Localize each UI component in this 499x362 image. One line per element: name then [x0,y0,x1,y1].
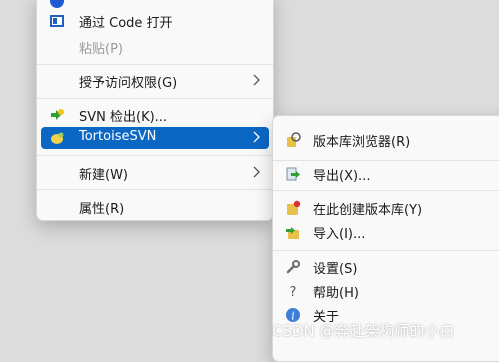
menu-item-label: 粘贴(P) [79,42,123,57]
help-icon: ? [290,285,297,299]
tortoisesvn-icon [51,132,64,144]
export-icon [286,167,300,181]
menu-item-new[interactable]: 新建(W) [41,161,269,185]
menu-item-settings[interactable]: 设置(S) [277,255,499,279]
menu-item-open-with-code[interactable]: 通过 Code 打开 [41,9,269,33]
menu-item-label: 设置(S) [313,262,358,277]
chevron-right-icon [253,166,260,178]
create-repo-icon [287,200,301,215]
menu-item-label: 通过 Code 打开 [79,16,173,31]
context-menu: 通过 Code 打开 粘贴(P) 授予访问权限(G) SVN 检出(K)... … [36,0,274,221]
menu-item-repo-browser[interactable]: 版本库浏览器(R) [277,128,499,152]
menu-separator [37,98,273,99]
menu-item-properties[interactable]: 属性(R) [41,195,269,219]
wrench-icon [286,260,300,274]
menu-item-label: TortoiseSVN [79,129,157,144]
menu-separator [273,190,499,191]
menu-item-label: 属性(R) [79,202,125,217]
menu-item-label: 版本库浏览器(R) [313,135,411,150]
menu-separator [37,189,273,190]
svg-text:?: ? [290,285,297,299]
menu-item-help[interactable]: ? 帮助(H) [277,279,499,303]
chevron-right-icon [253,131,260,143]
menu-item-label: SVN 检出(K)... [79,110,168,125]
menu-item-label: 帮助(H) [313,286,359,301]
menu-item-svn-checkout[interactable]: SVN 检出(K)... [41,103,269,127]
menu-item-label: 导入(I)... [313,227,366,242]
import-icon [286,227,299,239]
menu-item-paste[interactable]: 粘贴(P) [41,35,269,59]
menu-item-label: 导出(X)... [313,169,371,184]
svn-checkout-icon [51,109,64,120]
vscode-icon [50,15,64,27]
repo-browser-icon [287,132,301,147]
menu-item-label: 授予访问权限(G) [79,76,178,91]
menu-item-label: 新建(W) [79,168,128,183]
menu-item-tortoisesvn[interactable]: TortoiseSVN [41,127,269,149]
menu-item-export[interactable]: 导出(X)... [277,162,499,186]
menu-item-grant-access[interactable]: 授予访问权限(G) [41,69,269,93]
cut-off-label [79,0,139,3]
menu-separator [37,155,273,156]
menu-separator [37,64,273,65]
blue-circle-icon [50,0,64,8]
menu-separator [273,160,499,161]
chevron-right-icon [253,74,260,86]
watermark: CSDN @奔赴架构师的小白 [272,322,455,340]
menu-item-label: 在此创建版本库(Y) [313,203,423,218]
menu-separator [273,250,499,251]
menu-item-create-repo[interactable]: 在此创建版本库(Y) [277,196,499,220]
menu-item-import[interactable]: 导入(I)... [277,220,499,244]
